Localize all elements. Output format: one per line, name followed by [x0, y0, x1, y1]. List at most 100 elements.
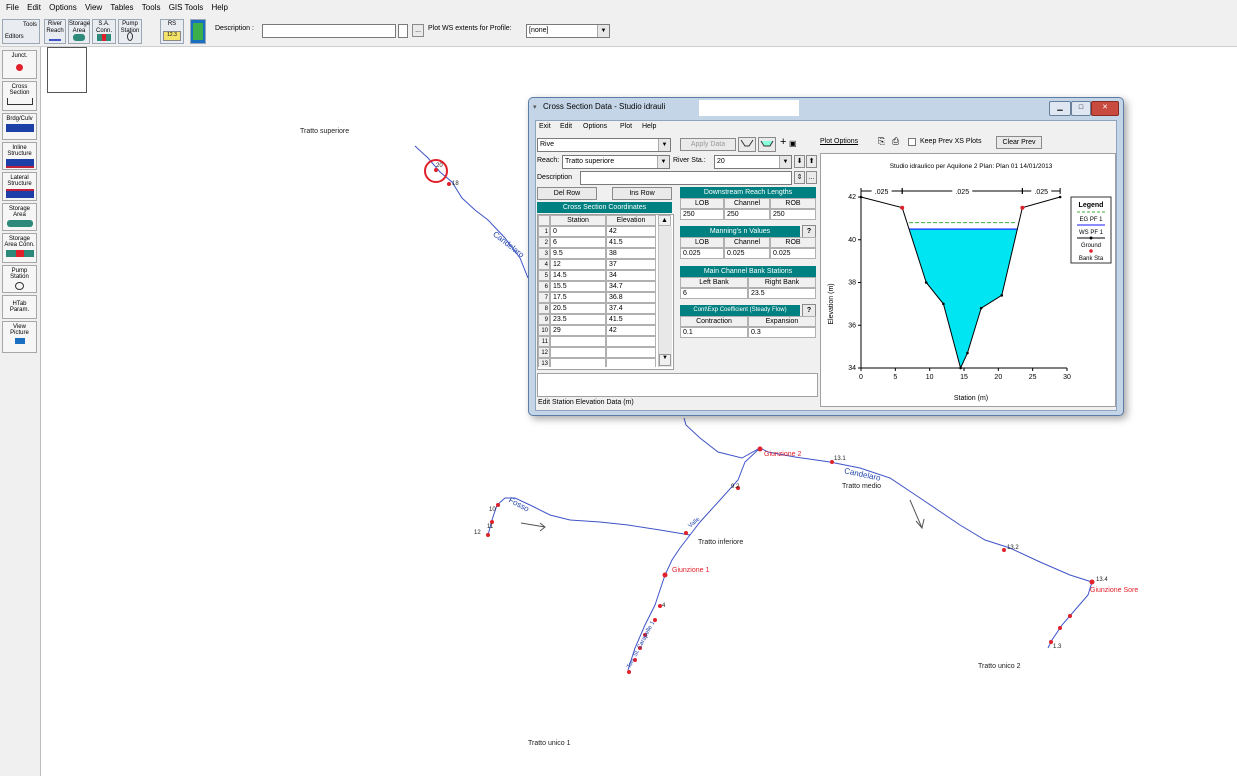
- manning-lob-input[interactable]: 0.025: [680, 248, 724, 259]
- minimize-button[interactable]: ▁: [1049, 101, 1071, 116]
- dlg-menu-edit[interactable]: Edit: [560, 123, 572, 130]
- junction-marker[interactable]: [662, 572, 668, 578]
- maximize-button[interactable]: □: [1071, 101, 1091, 116]
- station-cell[interactable]: 15.5: [550, 281, 606, 292]
- keep-prev-checkbox[interactable]: [908, 138, 916, 146]
- del-row-button[interactable]: Del Row: [537, 187, 597, 200]
- dlg-menu-help[interactable]: Help: [642, 123, 656, 130]
- station-cell[interactable]: [550, 358, 606, 367]
- xs-coordinates-table[interactable]: Station Elevation ▲ 1 0 42 2 6 41.5 3 9.5 38 4…: [537, 214, 674, 370]
- lob-length-input[interactable]: 250: [680, 209, 724, 220]
- add-icon[interactable]: +: [780, 136, 786, 148]
- expansion-input[interactable]: 0.3: [748, 327, 816, 338]
- dlg-menu-exit[interactable]: Exit: [539, 123, 551, 130]
- manning-rob-input[interactable]: 0.025: [770, 248, 816, 259]
- camera-icon[interactable]: ▣: [789, 139, 797, 148]
- y-axis-label: Elevation (m): [828, 283, 835, 324]
- ground-point: [979, 306, 983, 310]
- reach-tratto-superiore[interactable]: [414, 145, 529, 279]
- close-button[interactable]: ✕: [1091, 101, 1119, 116]
- table-row[interactable]: 8 20.5 37.4: [538, 303, 666, 314]
- table-row[interactable]: 13: [538, 358, 666, 367]
- station-cell[interactable]: 6: [550, 237, 606, 248]
- station-cell[interactable]: [550, 336, 606, 347]
- cross-section-plot[interactable]: Studio idraulico per Aquilone 2 Plan: Pl…: [820, 153, 1116, 407]
- left-bank-input[interactable]: 6: [680, 288, 748, 299]
- manning-channel-input[interactable]: 0.025: [724, 248, 770, 259]
- station-cell[interactable]: 17.5: [550, 292, 606, 303]
- table-row[interactable]: 11: [538, 336, 666, 347]
- contraction-input[interactable]: 0.1: [680, 327, 748, 338]
- table-row[interactable]: 5 14.5 34: [538, 270, 666, 281]
- elevation-cell[interactable]: 42: [606, 226, 656, 237]
- river-select[interactable]: Rive ▼: [537, 138, 671, 152]
- station-marker[interactable]: [1058, 626, 1062, 630]
- junction-marker[interactable]: [757, 446, 763, 452]
- chevron-down-icon: ▼: [657, 156, 669, 168]
- reach-select[interactable]: Tratto superiore ▼: [562, 155, 670, 169]
- plot-xs-button[interactable]: [738, 137, 756, 152]
- station-marker[interactable]: [627, 670, 631, 674]
- notes-area[interactable]: [537, 373, 818, 397]
- station-marker[interactable]: [496, 503, 500, 507]
- elevation-cell[interactable]: 41.5: [606, 314, 656, 325]
- junction-marker[interactable]: [1089, 579, 1095, 585]
- scroll-down-icon[interactable]: ▼: [659, 354, 671, 366]
- channel-length-input[interactable]: 250: [724, 209, 770, 220]
- table-row[interactable]: 10 29 42: [538, 325, 666, 336]
- elevation-cell[interactable]: 34: [606, 270, 656, 281]
- table-row[interactable]: 6 15.5 34.7: [538, 281, 666, 292]
- station-cell[interactable]: 20.5: [550, 303, 606, 314]
- table-row[interactable]: 9 23.5 41.5: [538, 314, 666, 325]
- apply-data-button[interactable]: Apply Data: [680, 138, 736, 151]
- station-cell[interactable]: 23.5: [550, 314, 606, 325]
- right-bank-input[interactable]: 23.5: [748, 288, 816, 299]
- ins-row-button[interactable]: Ins Row: [612, 187, 672, 200]
- elevation-cell[interactable]: 34.7: [606, 281, 656, 292]
- station-cell[interactable]: 9.5: [550, 248, 606, 259]
- elevation-cell[interactable]: [606, 358, 656, 367]
- station-marker[interactable]: [486, 533, 490, 537]
- description-spinner[interactable]: ⇕: [794, 171, 805, 184]
- rob-length-input[interactable]: 250: [770, 209, 816, 220]
- scroll-up-icon[interactable]: ▲: [658, 215, 671, 226]
- station-marker[interactable]: [684, 531, 688, 535]
- elevation-cell[interactable]: 42: [606, 325, 656, 336]
- elevation-cell[interactable]: [606, 336, 656, 347]
- table-row[interactable]: 2 6 41.5: [538, 237, 666, 248]
- station-cell[interactable]: 29: [550, 325, 606, 336]
- dlg-menu-options[interactable]: Options: [583, 123, 607, 130]
- station-marker[interactable]: [447, 182, 451, 186]
- description-browse-button[interactable]: ...: [806, 171, 817, 184]
- next-station-button[interactable]: ⬇: [794, 155, 805, 168]
- station-cell[interactable]: 0: [550, 226, 606, 237]
- station-cell[interactable]: 14.5: [550, 270, 606, 281]
- elevation-cell[interactable]: 37.4: [606, 303, 656, 314]
- dlg-menu-plot[interactable]: Plot: [620, 123, 632, 130]
- table-row[interactable]: 12: [538, 347, 666, 358]
- elevation-cell[interactable]: 38: [606, 248, 656, 259]
- river-station-select[interactable]: 20 ▼: [714, 155, 792, 169]
- elevation-cell[interactable]: 36.8: [606, 292, 656, 303]
- print-icon[interactable]: ⎙: [892, 136, 899, 147]
- elevation-cell[interactable]: [606, 347, 656, 358]
- cross-section-view-button[interactable]: [758, 137, 776, 152]
- station-cell[interactable]: 12: [550, 259, 606, 270]
- station-marker[interactable]: [1002, 548, 1006, 552]
- table-row[interactable]: 7 17.5 36.8: [538, 292, 666, 303]
- plot-options-link[interactable]: Plot Options: [820, 138, 858, 145]
- table-row[interactable]: 4 12 37: [538, 259, 666, 270]
- station-marker[interactable]: [1068, 614, 1072, 618]
- prev-station-button[interactable]: ⬆: [806, 155, 817, 168]
- table-scrollbar[interactable]: ▼: [658, 226, 672, 367]
- table-row[interactable]: 1 0 42: [538, 226, 666, 237]
- station-cell[interactable]: [550, 347, 606, 358]
- description-field[interactable]: [580, 171, 792, 185]
- dialog-title-bar[interactable]: ▾ Cross Section Data - Studio idrauli ▁ …: [529, 98, 1123, 118]
- table-row[interactable]: 3 9.5 38: [538, 248, 666, 259]
- clear-prev-button[interactable]: Clear Prev: [996, 136, 1042, 149]
- elevation-cell[interactable]: 37: [606, 259, 656, 270]
- reach-tratto-medio[interactable]: [683, 417, 1093, 583]
- copy-icon[interactable]: ⎘: [878, 136, 885, 147]
- elevation-cell[interactable]: 41.5: [606, 237, 656, 248]
